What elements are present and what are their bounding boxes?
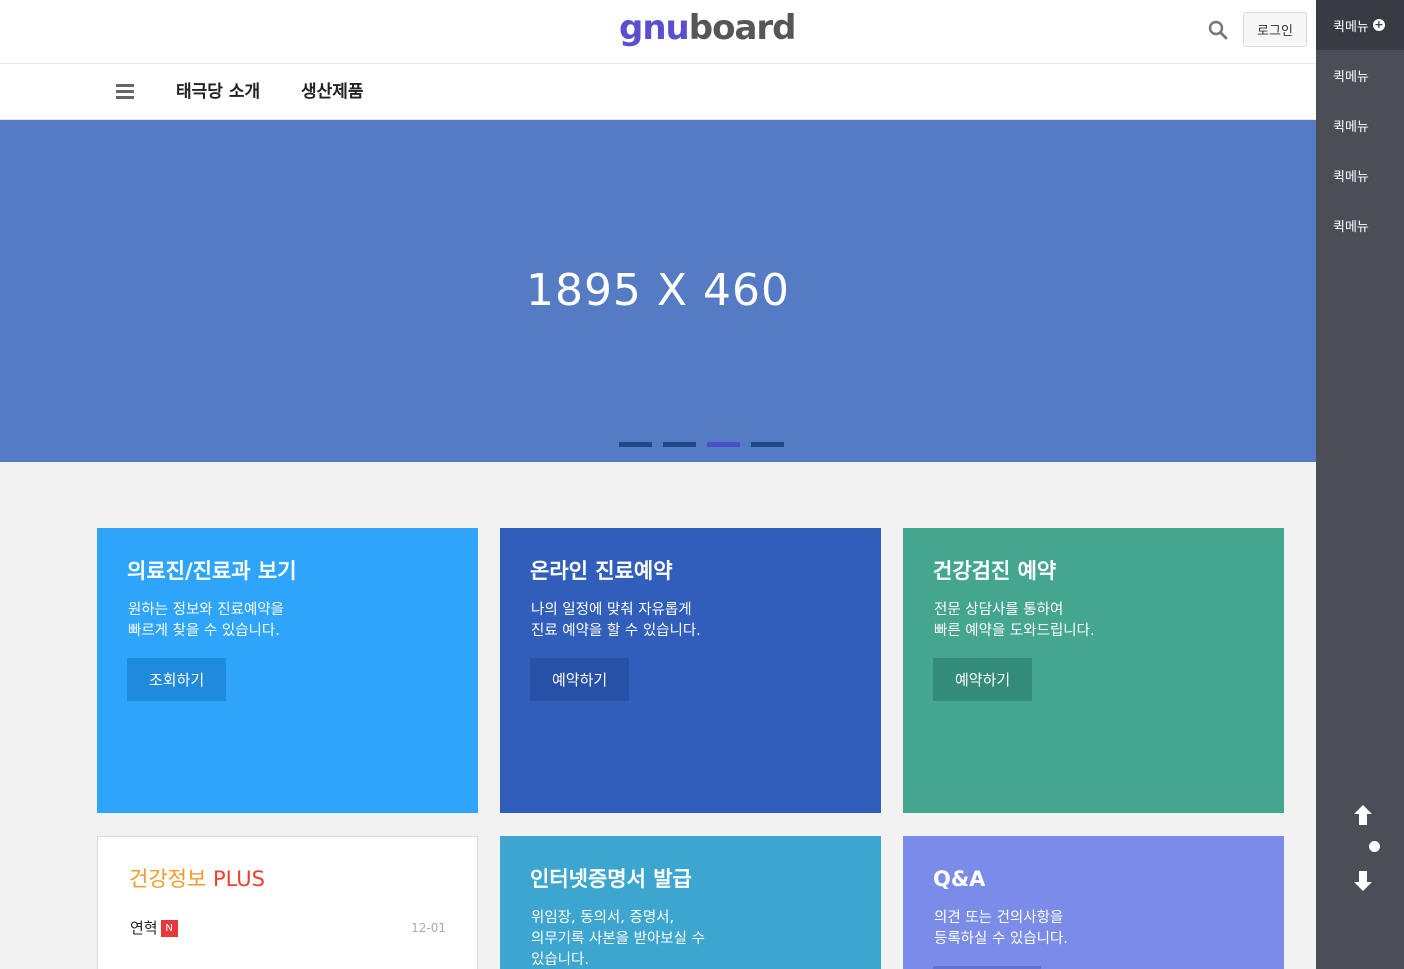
card-qna: Q&A 의견 또는 건의사항을 등록하실 수 있습니다. [903,836,1284,969]
view-button[interactable]: 조회하기 [127,658,227,701]
slider-pagination [619,442,784,447]
reserve-button[interactable]: 예약하기 [530,658,630,701]
card-health-checkup: 건강검진 예약 전문 상담사를 통하여 빠른 예약을 도와드립니다. 예약하기 [903,528,1284,813]
card-description: 원하는 정보와 진료예약을 빠르게 찾을 수 있습니다. [128,602,284,639]
main-nav: 태극당 소개 생산제품 [0,64,1316,120]
card-description: 전문 상담사를 통하여 빠른 예약을 도와드립니다. [934,602,1095,639]
card-certificate: 인터넷증명서 발급 위임장, 동의서, 증명서, 의무기록 사본을 받아보실 수… [500,836,881,969]
site-header: gnuboard 로그인 [0,0,1316,64]
nav-item-about[interactable]: 태극당 소개 [176,80,260,104]
hero-placeholder-text: 1895 X 460 [525,265,791,316]
new-badge: N [160,920,178,937]
plus-circle-icon: + [1372,18,1385,31]
login-button[interactable]: 로그인 [1243,12,1307,47]
arrow-down-icon [1354,871,1372,891]
slider-dot-1[interactable] [619,442,652,447]
card-doctors: 의료진/진료과 보기 원하는 정보와 진료예약을 빠르게 찾을 수 있습니다. … [97,528,478,813]
hero-banner: 1895 X 460 [0,120,1316,462]
card-online-reservation: 온라인 진료예약 나의 일정에 맞춰 자유롭게 진료 예약을 할 수 있습니다.… [500,528,881,813]
list-item[interactable]: 연혁 N 12-01 [130,917,446,939]
quick-menu-item[interactable]: 퀵메뉴 [1316,100,1404,150]
card-title: 의료진/진료과 보기 [127,559,297,583]
card-description: 의견 또는 건의사항을 등록하실 수 있습니다. [934,910,1068,947]
card-title[interactable]: 건강정보 PLUS [129,864,265,894]
reserve-checkup-button[interactable]: 예약하기 [933,658,1033,701]
news-date: 12-01 [411,921,446,935]
gnuboard-logo[interactable]: gnuboard [619,6,796,50]
arrow-up-icon [1354,805,1372,825]
search-icon [1208,20,1228,40]
card-title: 인터넷증명서 발급 [530,867,692,891]
card-health-info: 건강정보 PLUS 연혁 N 12-01 [97,836,478,969]
search-button[interactable] [1204,16,1232,44]
nav-item-products[interactable]: 생산제품 [301,80,364,104]
slider-dot-3[interactable] [707,442,740,447]
quick-menu: 퀵메뉴 + 퀵메뉴 퀵메뉴 퀵메뉴 퀵메뉴 [1316,0,1404,969]
scroll-dot-icon[interactable] [1369,841,1380,852]
scroll-bottom-button[interactable] [1353,870,1373,896]
quick-menu-item[interactable]: 퀵메뉴 [1316,150,1404,200]
scroll-top-button[interactable] [1353,804,1373,830]
slider-dot-4[interactable] [751,442,784,447]
slider-dot-2[interactable] [663,442,696,447]
card-title: 온라인 진료예약 [530,559,673,583]
card-description: 나의 일정에 맞춰 자유롭게 진료 예약을 할 수 있습니다. [531,602,701,639]
card-title: 건강검진 예약 [933,559,1057,583]
quick-menu-item[interactable]: 퀵메뉴 [1316,50,1404,100]
card-title: Q&A [933,867,986,891]
news-title: 연혁 [130,919,158,937]
quick-menu-header[interactable]: 퀵메뉴 + [1316,0,1404,50]
hamburger-icon[interactable] [116,84,134,100]
quick-menu-item[interactable]: 퀵메뉴 [1316,200,1404,250]
card-description: 위임장, 동의서, 증명서, 의무기록 사본을 받아보실 수 있습니다. [531,910,705,968]
